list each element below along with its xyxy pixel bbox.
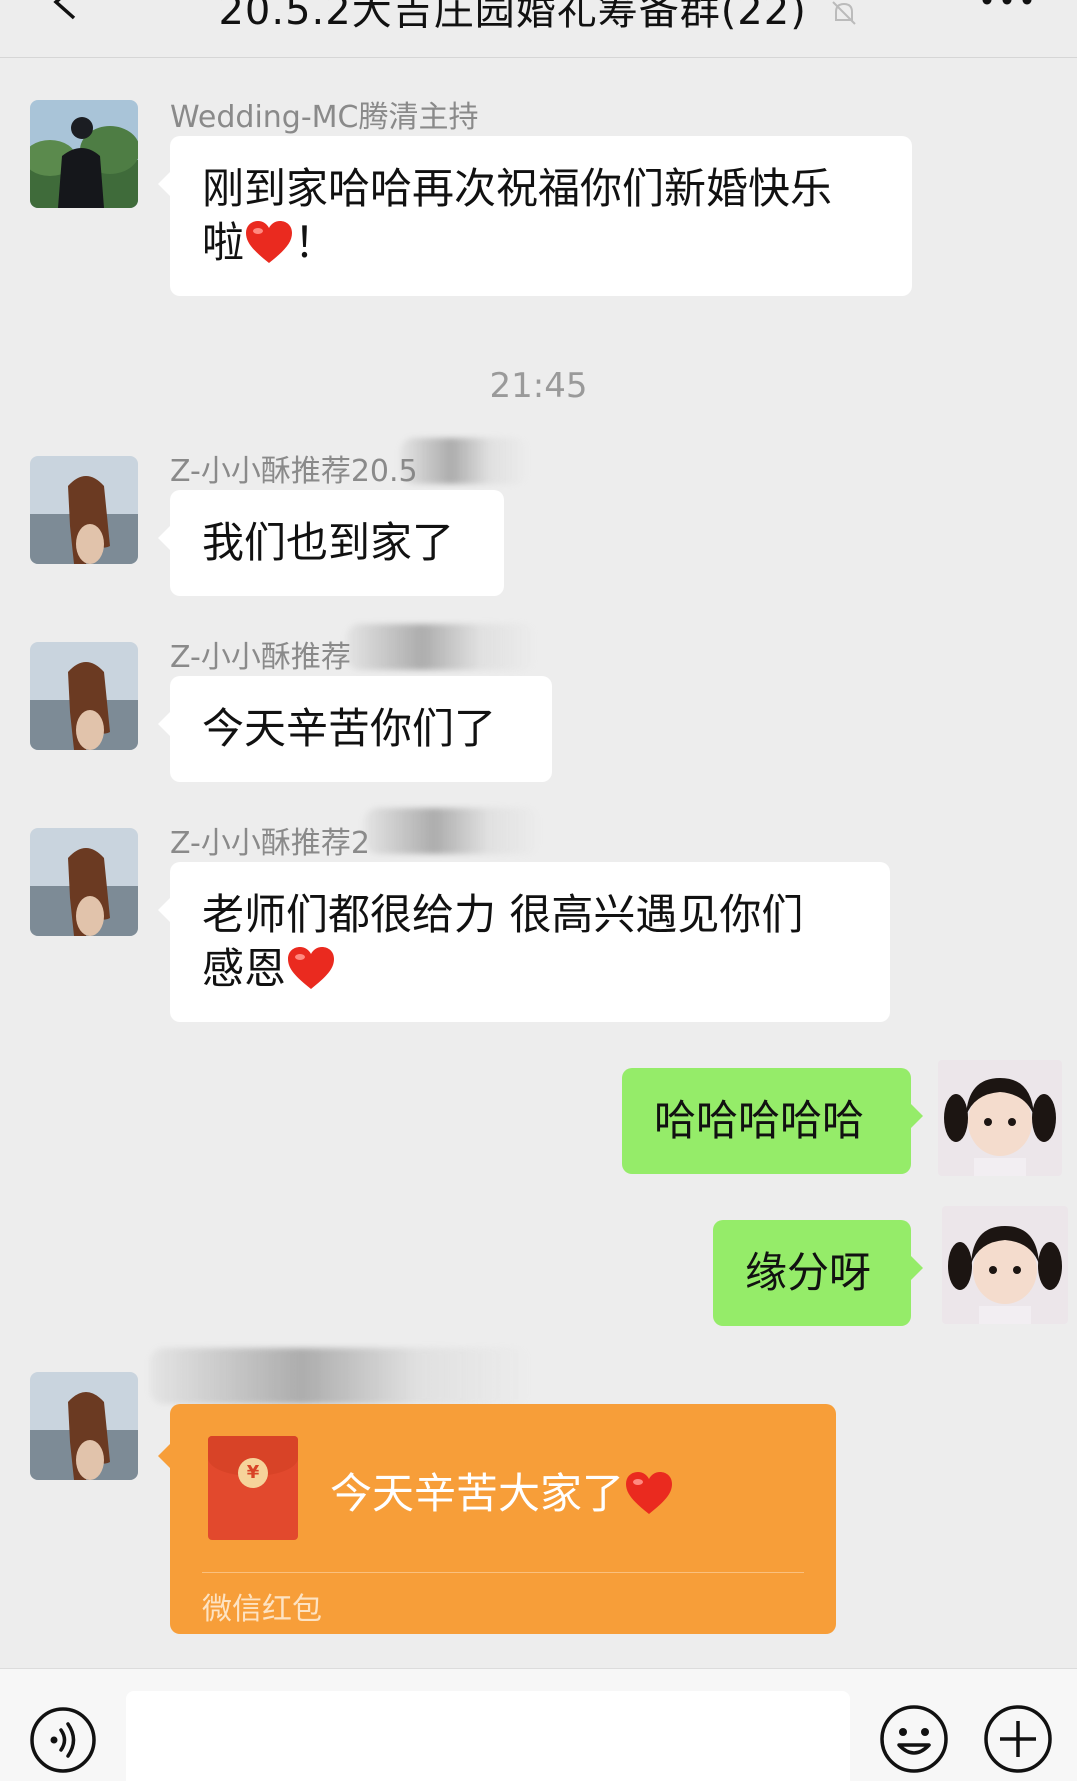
- avatar-wedding-mc[interactable]: [30, 100, 138, 208]
- red-packet-greeting: 今天辛苦大家了: [330, 1460, 674, 1521]
- sender-name: Z-小小酥推荐: [170, 640, 351, 675]
- message-text: 啦: [202, 218, 245, 267]
- blurred-name-patch: [400, 438, 528, 484]
- avatar-child-photo: [938, 1060, 1062, 1176]
- message-text: 我们也到家了: [202, 518, 455, 567]
- avatar-z-xiaoxiaosu[interactable]: [30, 1372, 138, 1480]
- chat-screen: 20.5.2大吉庄园婚礼筹备群(22) Wedding-MC腾清主持 刚到家哈哈…: [0, 0, 1077, 1781]
- message-text: 缘分呀: [745, 1248, 872, 1297]
- divider: [202, 1572, 804, 1573]
- message-input[interactable]: [126, 1691, 850, 1781]
- avatar-z-xiaoxiaosu[interactable]: [30, 828, 138, 936]
- message-text: 感恩: [202, 944, 287, 993]
- heart-emoji-icon: [246, 221, 293, 263]
- avatar-girl-sea-photo: [30, 456, 138, 564]
- yuan-coin-icon: ¥: [238, 1458, 268, 1488]
- emoji-icon[interactable]: [878, 1703, 950, 1775]
- message-text-line2: 感恩: [202, 942, 858, 996]
- red-packet-message[interactable]: ¥ 今天辛苦大家了 微信红包: [158, 1404, 836, 1634]
- message-text: ！: [294, 218, 337, 267]
- blurred-name-patch: [346, 624, 536, 670]
- more-options-icon[interactable]: [977, 0, 1037, 8]
- chat-header: 20.5.2大吉庄园婚礼筹备群(22): [0, 0, 1077, 58]
- message-bubble-outgoing[interactable]: 缘分呀: [713, 1220, 923, 1326]
- message-text-line2: 啦！: [202, 216, 880, 270]
- sender-name: Z-小小酥推荐20.5: [170, 454, 418, 489]
- plus-more-icon[interactable]: [982, 1703, 1054, 1775]
- chat-title: 20.5.2大吉庄园婚礼筹备群(22): [0, 0, 1077, 36]
- message-bubble-outgoing[interactable]: 哈哈哈哈哈: [622, 1068, 923, 1174]
- message-text: 刚到家哈哈再次祝福你们新婚快乐: [202, 164, 833, 213]
- sender-name: Z-小小酥推荐2: [170, 826, 370, 861]
- avatar-girl-sea-photo: [30, 828, 138, 936]
- avatar-self[interactable]: [942, 1206, 1068, 1324]
- heart-emoji-icon: [288, 947, 335, 989]
- red-packet-label: 微信红包: [202, 1592, 322, 1627]
- message-text: 老师们都很给力 很高兴遇见你们: [202, 890, 804, 939]
- blurred-name-patch: [364, 808, 540, 854]
- message-bubble[interactable]: 刚到家哈哈再次祝福你们新婚快乐 啦！: [158, 136, 912, 296]
- avatar-child-photo: [942, 1206, 1068, 1324]
- heart-emoji-icon: [626, 1472, 673, 1514]
- red-envelope-icon: ¥: [208, 1436, 298, 1540]
- avatar-z-xiaoxiaosu[interactable]: [30, 456, 138, 564]
- message-bubble[interactable]: 老师们都很给力 很高兴遇见你们 感恩: [158, 862, 890, 1022]
- avatar-self[interactable]: [938, 1060, 1062, 1176]
- message-text: 哈哈哈哈哈: [654, 1096, 865, 1145]
- message-bubble[interactable]: 我们也到家了: [158, 490, 504, 596]
- timestamp: 21:45: [489, 366, 588, 406]
- message-text: 今天辛苦你们了: [202, 704, 497, 753]
- avatar-z-xiaoxiaosu[interactable]: [30, 642, 138, 750]
- avatar-girl-sea-photo: [30, 1372, 138, 1480]
- avatar-girl-sea-photo: [30, 642, 138, 750]
- mute-bell-icon: [831, 1, 856, 25]
- voice-input-icon[interactable]: [28, 1705, 98, 1775]
- chat-title-text: 20.5.2大吉庄园婚礼筹备群(22): [218, 0, 807, 34]
- avatar-man-photo: [30, 100, 138, 208]
- message-bubble[interactable]: 今天辛苦你们了: [158, 676, 552, 782]
- chat-input-bar: [0, 1668, 1077, 1781]
- sender-name: Wedding-MC腾清主持: [170, 100, 479, 135]
- blurred-name-patch: [150, 1348, 530, 1404]
